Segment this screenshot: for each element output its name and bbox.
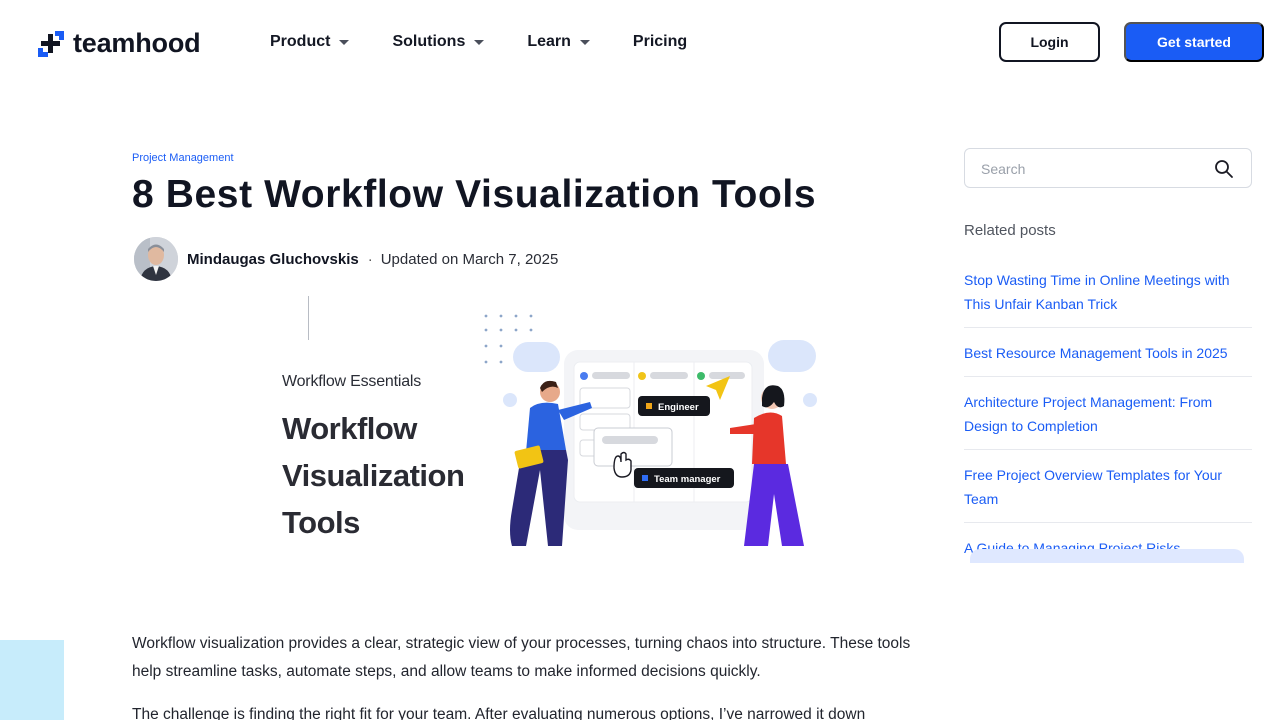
author-name[interactable]: Mindaugas Gluchovskis [187,251,359,268]
engineer-tag: Engineer [658,402,699,413]
team-manager-tag: Team manager [654,474,721,485]
hero-kicker: Workflow Essentials [282,373,422,390]
related-posts-heading: Related posts [964,222,1056,239]
hero-divider-line [308,296,309,340]
nav-item-label: Product [270,33,331,50]
teamhood-plus-logo-icon [38,30,64,57]
related-post-link[interactable]: Stop Wasting Time in Online Meetings wit… [964,268,1252,328]
search-input[interactable] [981,159,1201,179]
article-paragraph: The challenge is finding the right fit f… [132,706,866,720]
byline-separator: · [367,250,373,268]
related-post-link[interactable]: Free Project Overview Templates for Your… [964,463,1252,523]
nav-item-pricing[interactable]: Pricing [633,31,687,53]
article-paragraph: Workflow visualization provides a clear,… [132,635,911,680]
author-avatar[interactable] [134,237,178,281]
logo-text: teamhood [73,28,201,58]
search-box [964,148,1252,188]
login-button[interactable]: Login [999,22,1100,62]
sidebar-banner[interactable] [970,549,1244,563]
hero-illustration: Workflow Essentials Workflow Visualizati… [282,296,822,548]
related-post-link[interactable]: Architecture Project Management: From De… [964,390,1252,450]
nav-item-solutions[interactable]: Solutions [392,31,485,53]
caret-down-icon [579,39,590,45]
nav-item-product[interactable]: Product [270,31,350,53]
nav-item-learn[interactable]: Learn [527,31,590,53]
category-link[interactable]: Project Management [132,152,234,164]
byline: Mindaugas Gluchovskis · Updated on March… [134,237,558,281]
nav-item-label: Pricing [632,33,688,50]
updated-date: Updated on March 7, 2025 [380,250,559,268]
site-header: teamhood Product Solutions Learn Pricing… [0,0,1280,84]
related-posts-list: Stop Wasting Time in Online Meetings wit… [964,268,1252,584]
nav-item-label: Learn [527,33,571,50]
hero-title-line: Tools [282,505,360,540]
main-nav: Product Solutions Learn Pricing [270,31,730,53]
search-icon[interactable] [1214,159,1234,179]
get-started-button[interactable]: Get started [1124,22,1264,62]
workflow-board-illustration: Engineer Team manager [484,314,817,546]
hero-title-line: Visualization [282,458,465,493]
hero-title-line: Workflow [282,411,417,446]
decorative-side-square [0,640,64,720]
page-title: 8 Best Workflow Visualization Tools [132,173,817,216]
related-post-link[interactable]: Best Resource Management Tools in 2025 [964,341,1252,377]
nav-item-label: Solutions [392,33,466,50]
teamhood-logo[interactable]: teamhood [38,28,201,59]
hero-title: Workflow Visualization Tools [282,405,512,546]
caret-down-icon [474,39,485,45]
caret-down-icon [339,39,350,45]
